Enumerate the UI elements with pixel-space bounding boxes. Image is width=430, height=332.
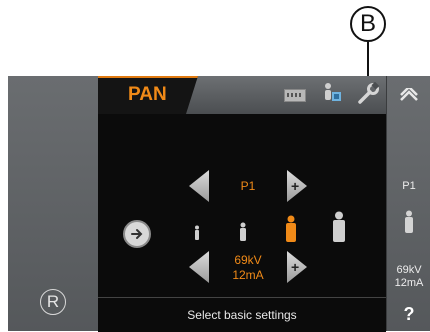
left-panel: R <box>8 76 99 331</box>
program-decrease-button[interactable] <box>189 170 209 202</box>
registered-mark-icon: R <box>40 289 66 315</box>
side-patient-icon <box>405 210 413 233</box>
plus-icon: + <box>291 259 300 275</box>
patient-medium-icon[interactable] <box>238 222 248 242</box>
status-bar: Select basic settings <box>98 297 386 332</box>
scroll-up-button[interactable] <box>387 76 430 114</box>
enter-arrow-icon <box>131 229 143 239</box>
help-button[interactable]: ? <box>387 297 430 331</box>
exposure-ma-value: 12mA <box>232 268 264 282</box>
side-ma-value: 12mA <box>394 277 424 289</box>
wrench-icon[interactable] <box>356 82 380 106</box>
help-button-label: ? <box>403 303 415 324</box>
tab-pan[interactable]: PAN <box>98 76 198 114</box>
keyboard-icon[interactable] <box>284 89 306 102</box>
patient-setup-icon[interactable] <box>320 82 344 106</box>
enter-button[interactable] <box>123 220 151 248</box>
registered-mark-label: R <box>46 292 60 311</box>
callout-b: B <box>350 6 386 42</box>
patient-small-icon[interactable] <box>193 225 201 241</box>
exposure-kv-value: 69kV <box>234 253 262 267</box>
program-value: P1 <box>240 179 256 193</box>
chevron-up-icon <box>400 88 418 101</box>
device-screen: R PAN P1 + 69kV 12mA + Select basic sett… <box>8 76 430 332</box>
side-kv-value: 69kV <box>396 264 422 276</box>
main-area: PAN P1 + 69kV 12mA + Select basic settin… <box>98 76 386 332</box>
top-bar: PAN <box>98 76 386 114</box>
patient-extra-large-icon[interactable] <box>331 211 347 243</box>
patient-large-selected-icon[interactable] <box>284 215 298 243</box>
tab-pan-label: PAN <box>128 84 167 105</box>
side-program-value: P1 <box>402 180 416 192</box>
plus-icon: + <box>291 178 300 194</box>
callout-label: B <box>359 10 376 37</box>
right-panel: P1 69kV 12mA ? <box>386 76 430 331</box>
exposure-decrease-button[interactable] <box>189 251 209 283</box>
status-message: Select basic settings <box>187 308 297 322</box>
